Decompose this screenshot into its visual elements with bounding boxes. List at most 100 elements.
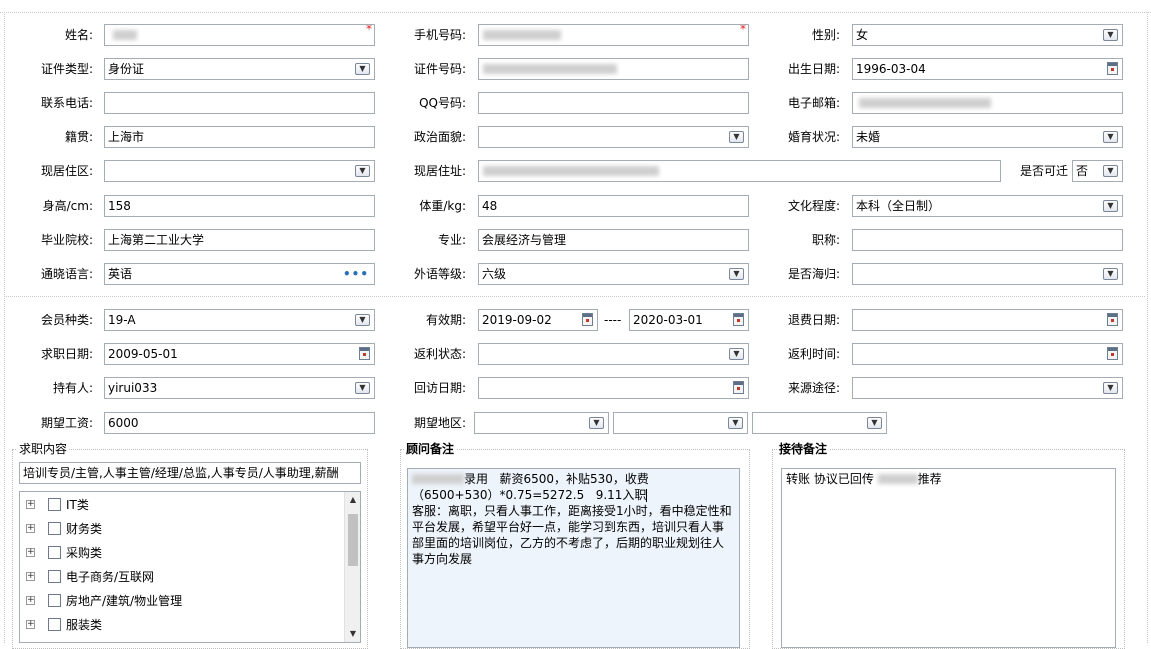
holder-label: 持有人: [52, 381, 93, 395]
redacted-mobile [483, 30, 561, 40]
foreign-level-label: 外语等级: [413, 267, 466, 281]
expected-region-select-3[interactable]: ▼ [752, 412, 887, 434]
job-content-summary-input[interactable]: 培训专员/主管,人事主管/经理/总监,人事专员/人事助理,薪酬 [19, 462, 361, 484]
overseas-select[interactable]: ▼ [852, 263, 1123, 285]
native-place-input[interactable]: 上海市 [104, 126, 375, 148]
chevron-down-icon[interactable]: ▼ [355, 382, 370, 394]
chevron-down-icon[interactable]: ▼ [729, 131, 744, 143]
rebate-time-input[interactable] [852, 343, 1123, 365]
name-input[interactable]: * [104, 24, 375, 46]
gender-select[interactable]: 女 ▼ [852, 24, 1123, 46]
id-number-input[interactable] [478, 58, 749, 80]
calendar-icon[interactable] [733, 381, 744, 394]
tree-checkbox[interactable] [48, 522, 61, 535]
id-type-select[interactable]: 身份证 ▼ [104, 58, 375, 80]
chevron-down-icon[interactable]: ▼ [1103, 382, 1118, 394]
chevron-down-icon[interactable]: ▼ [729, 348, 744, 360]
calendar-icon[interactable] [733, 313, 744, 326]
tree-item-purchasing[interactable]: + 采购类 [20, 543, 340, 563]
chevron-down-icon[interactable]: ▼ [1103, 165, 1118, 177]
expand-icon[interactable]: + [26, 500, 35, 509]
scroll-up-icon[interactable]: ▲ [345, 494, 360, 506]
birth-date-input[interactable]: 1996-03-04 [852, 58, 1123, 80]
political-status-select[interactable]: ▼ [478, 126, 749, 148]
chevron-down-icon[interactable]: ▼ [589, 417, 604, 429]
expand-icon[interactable]: + [26, 596, 35, 605]
relocatable-select[interactable]: 否 ▼ [1072, 160, 1123, 182]
chevron-down-icon[interactable]: ▼ [355, 63, 370, 75]
expected-region-select-1[interactable]: ▼ [474, 412, 609, 434]
rebate-status-select[interactable]: ▼ [478, 343, 749, 365]
tree-item-it[interactable]: + IT类 [20, 495, 340, 515]
reception-notes-text-a: 转账 协议已回传 [786, 472, 874, 486]
tree-checkbox[interactable] [48, 498, 61, 511]
consultant-notes-textarea[interactable]: 录用 薪资6500，补贴530，收费 （6500+530）*0.75=5272.… [407, 468, 740, 648]
holder-value: yirui033 [108, 381, 158, 395]
reception-notes-textarea[interactable]: 转账 协议已回传 推荐 [781, 468, 1116, 648]
validity-end-input[interactable]: 2020-03-01 [629, 309, 749, 331]
expand-icon[interactable]: + [26, 548, 35, 557]
professional-title-input[interactable] [852, 229, 1123, 251]
tree-scrollbar[interactable]: ▲ ▼ [344, 492, 360, 642]
chevron-down-icon[interactable]: ▼ [1103, 29, 1118, 41]
tree-item-finance[interactable]: + 财务类 [20, 519, 340, 539]
residence-area-select[interactable]: ▼ [104, 160, 375, 182]
calendar-icon[interactable] [1107, 62, 1118, 75]
chevron-down-icon[interactable]: ▼ [355, 165, 370, 177]
expected-region-select-2[interactable]: ▼ [613, 412, 748, 434]
member-type-select[interactable]: 19-A ▼ [104, 309, 375, 331]
return-visit-date-input[interactable] [478, 377, 749, 399]
tree-item-ecommerce[interactable]: + 电子商务/互联网 [20, 567, 340, 587]
consultant-notes-line1: 录用 薪资6500，补贴530，收费 [464, 472, 649, 486]
language-input[interactable]: 英语 ••• [104, 263, 375, 285]
weight-input[interactable]: 48 [478, 195, 749, 217]
expand-icon[interactable]: + [26, 524, 35, 533]
calendar-icon[interactable] [1107, 347, 1118, 360]
qq-input[interactable] [478, 92, 749, 114]
chevron-down-icon[interactable]: ▼ [729, 268, 744, 280]
chevron-down-icon[interactable]: ▼ [1103, 131, 1118, 143]
residence-address-label: 现居住址: [413, 164, 466, 178]
expected-salary-input[interactable]: 6000 [104, 412, 375, 434]
tree-checkbox[interactable] [48, 546, 61, 559]
residence-address-input[interactable] [478, 160, 1001, 182]
source-label: 来源途径: [787, 381, 840, 395]
calendar-icon[interactable] [582, 313, 593, 326]
chevron-down-icon[interactable]: ▼ [1103, 200, 1118, 212]
foreign-level-select[interactable]: 六级 ▼ [478, 263, 749, 285]
mobile-input[interactable]: * [478, 24, 749, 46]
expand-icon[interactable]: + [26, 572, 35, 581]
expected-salary-label: 期望工资: [40, 416, 93, 430]
school-input[interactable]: 上海第二工业大学 [104, 229, 375, 251]
education-select[interactable]: 本科（全日制） ▼ [852, 195, 1123, 217]
tree-item-apparel[interactable]: + 服装类 [20, 615, 340, 635]
scroll-down-icon[interactable]: ▼ [345, 628, 360, 640]
scrollbar-thumb[interactable] [348, 514, 358, 566]
expand-icon[interactable]: + [26, 620, 35, 629]
chevron-down-icon[interactable]: ▼ [1103, 268, 1118, 280]
holder-select[interactable]: yirui033 ▼ [104, 377, 375, 399]
email-input[interactable] [852, 92, 1123, 114]
tree-checkbox[interactable] [48, 570, 61, 583]
height-label: 身高/cm: [42, 199, 93, 213]
tree-checkbox[interactable] [48, 594, 61, 607]
calendar-icon[interactable] [1107, 313, 1118, 326]
tree-item-real-estate[interactable]: + 房地产/建筑/物业管理 [20, 591, 340, 611]
marital-status-select[interactable]: 未婚 ▼ [852, 126, 1123, 148]
chevron-down-icon[interactable]: ▼ [728, 417, 743, 429]
source-select[interactable]: ▼ [852, 377, 1123, 399]
job-date-input[interactable]: 2009-05-01 [104, 343, 375, 365]
redacted-candidate [412, 474, 464, 484]
job-category-tree[interactable]: + IT类 + 财务类 + 采购类 + 电子商务/互联网 + 房地产/建筑/物业… [19, 491, 361, 643]
more-options-icon[interactable]: ••• [343, 264, 369, 284]
height-input[interactable]: 158 [104, 195, 375, 217]
calendar-icon[interactable] [359, 347, 370, 360]
chevron-down-icon[interactable]: ▼ [867, 417, 882, 429]
phone-input[interactable] [104, 92, 375, 114]
tree-checkbox[interactable] [48, 618, 61, 631]
major-input[interactable]: 会展经济与管理 [478, 229, 749, 251]
mobile-label: 手机号码: [413, 28, 466, 42]
refund-date-input[interactable] [852, 309, 1123, 331]
chevron-down-icon[interactable]: ▼ [355, 314, 370, 326]
validity-start-input[interactable]: 2019-09-02 [478, 309, 598, 331]
